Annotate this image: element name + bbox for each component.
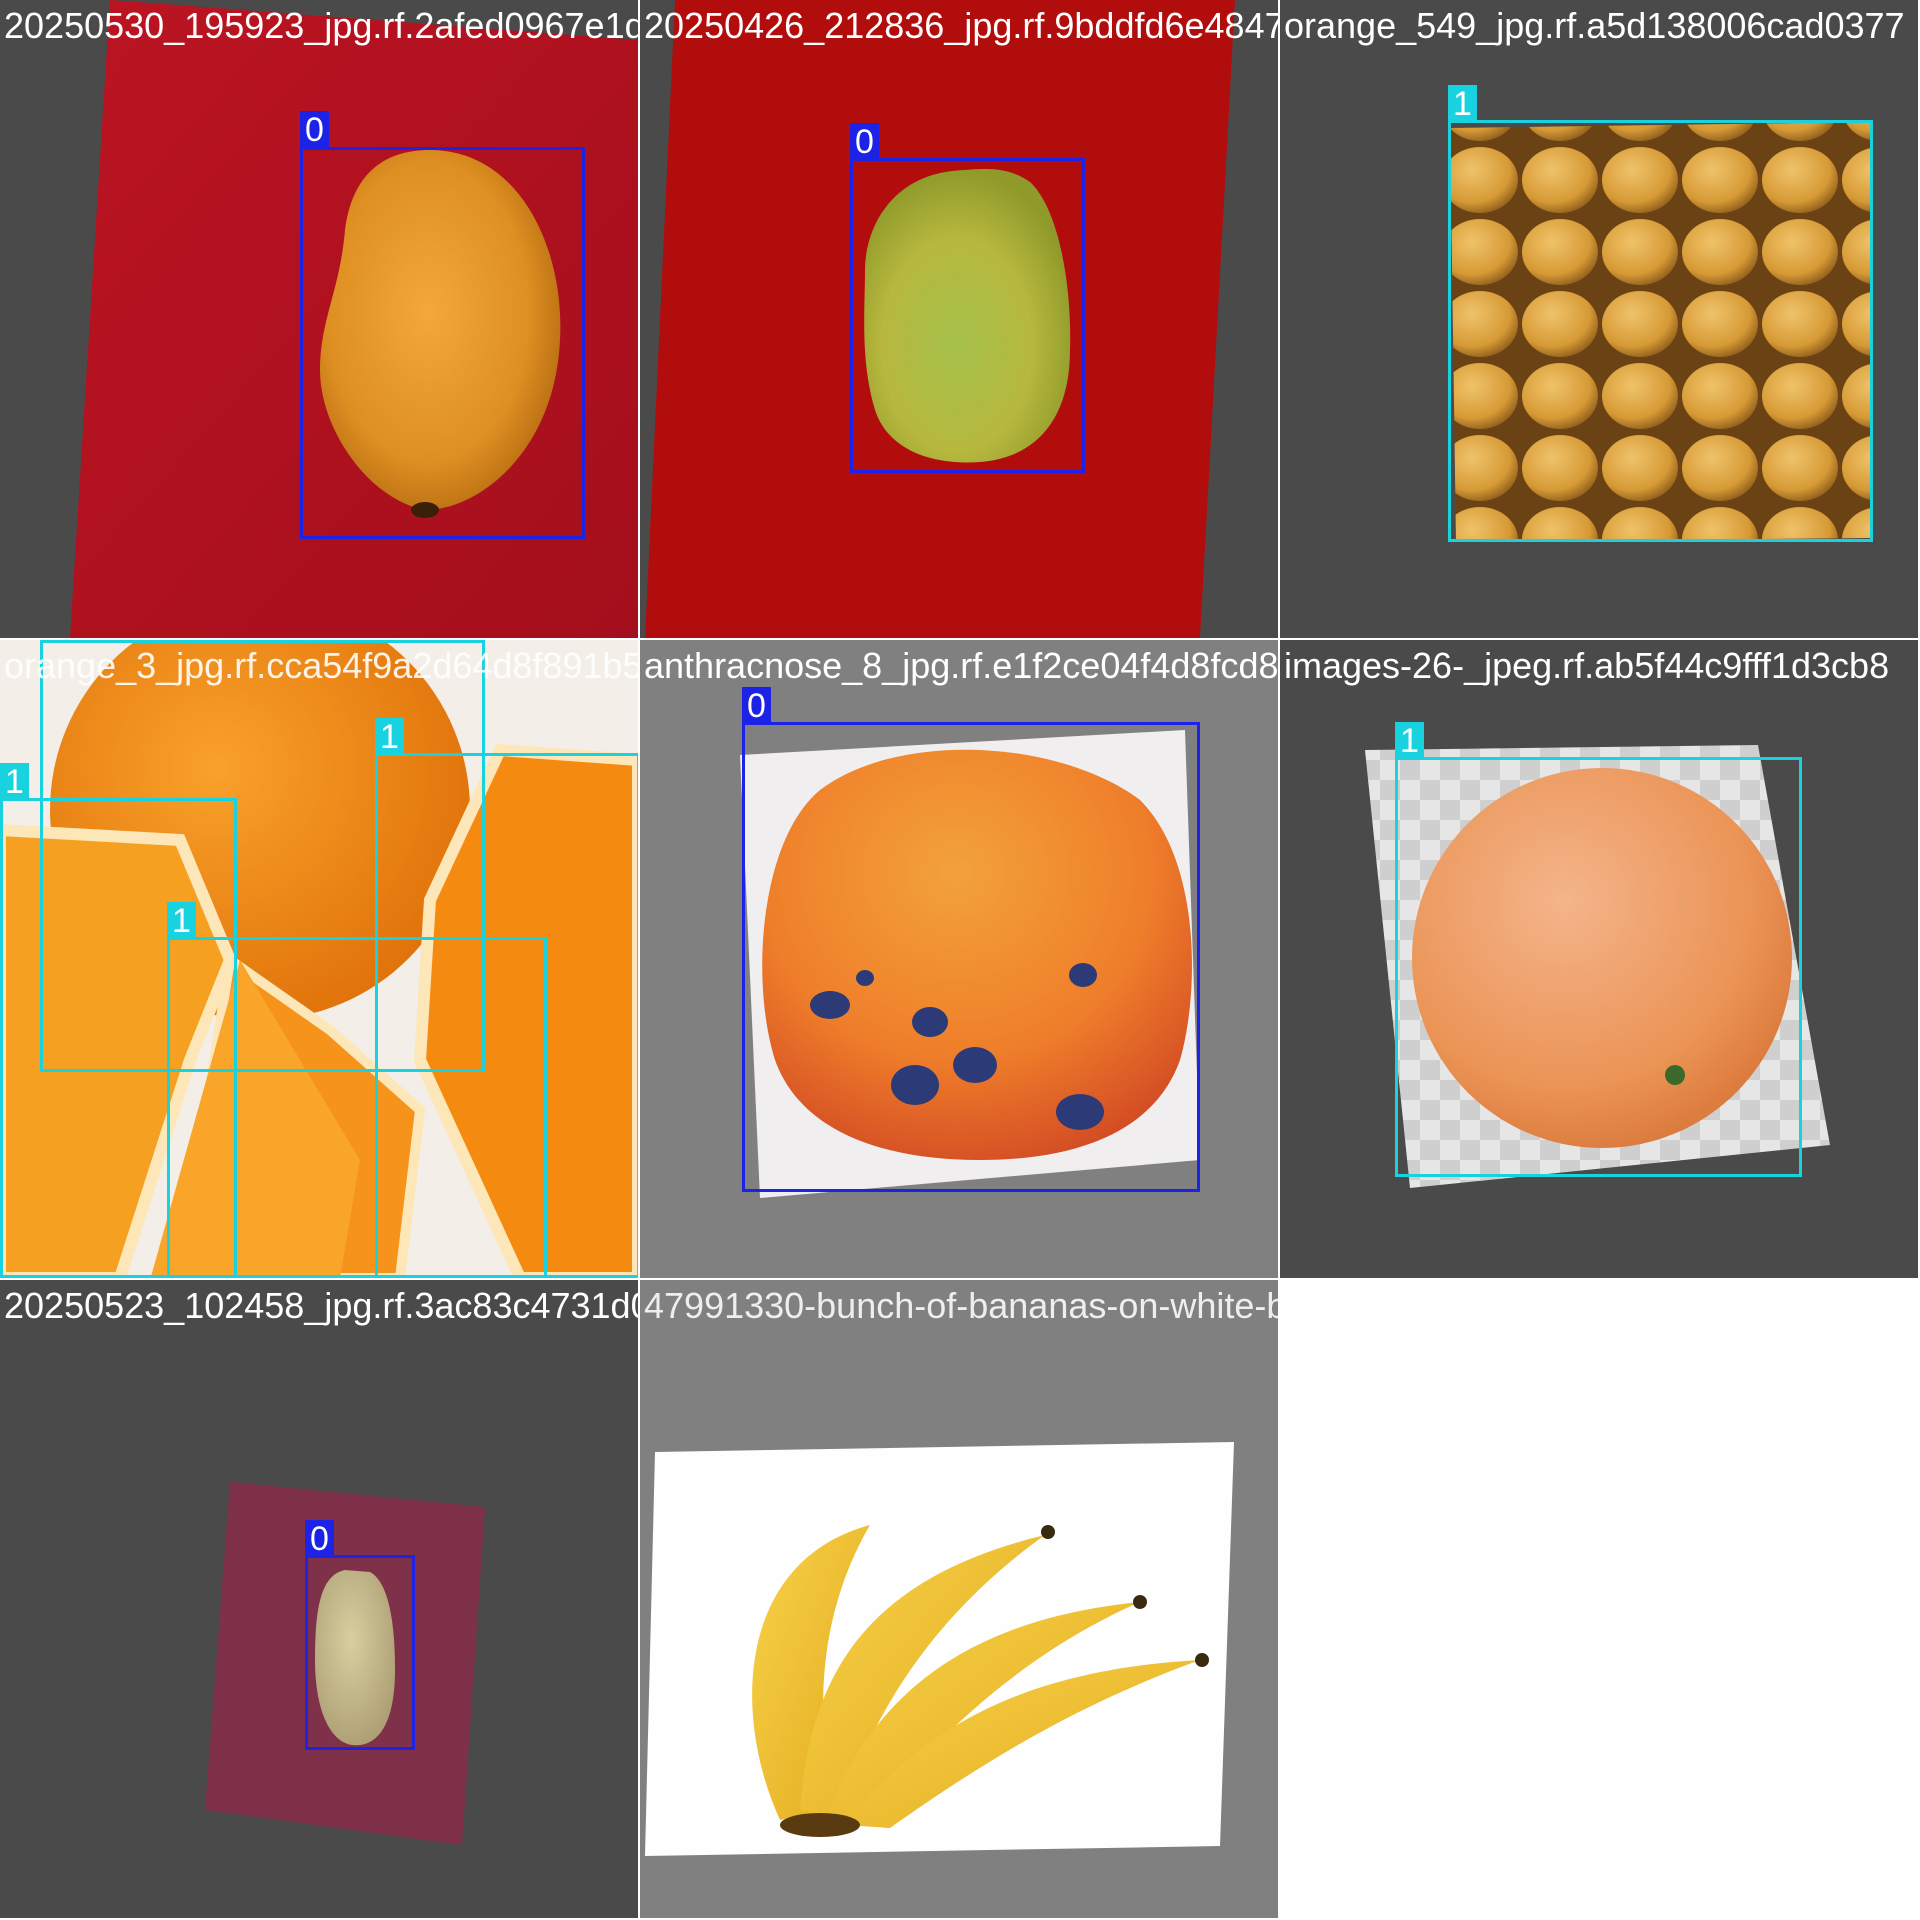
image-filename: images-26-_jpeg.rf.ab5f44c9fff1d3cb8: [1284, 645, 1890, 686]
detection-class-label: 0: [742, 687, 771, 725]
detection-box: [167, 937, 547, 1278]
detection-class-label: 0: [300, 111, 329, 149]
grid-separator: [1278, 0, 1280, 1920]
detection-class-label: 0: [305, 1520, 334, 1558]
image-filename: 20250523_102458_jpg.rf.3ac83c4731d07e181…: [4, 1285, 638, 1326]
image-filename: 20250426_212836_jpg.rf.9bddfd6e48471ac76: [644, 5, 1278, 46]
detection-class-label: 1: [375, 718, 404, 756]
mosaic-tile-3: 1 orange_549_jpg.rf.a5d138006cad0377: [1280, 0, 1918, 638]
detection-class-label: 1: [0, 763, 29, 801]
grid-separator: [0, 638, 1920, 640]
mosaic-tile-1: 0 20250530_195923_jpg.rf.2afed0967e1d2f5…: [0, 0, 638, 638]
image-filename: anthracnose_8_jpg.rf.e1f2ce04f4d8fcd820d: [644, 645, 1278, 686]
grid-separator: [638, 0, 640, 1920]
detection-box: [305, 1555, 415, 1750]
mosaic-tile-5: 0 anthracnose_8_jpg.rf.e1f2ce04f4d8fcd82…: [640, 640, 1278, 1278]
detection-box: [1395, 757, 1802, 1177]
detection-box: [742, 722, 1200, 1192]
image-filename: 20250530_195923_jpg.rf.2afed0967e1d2f5f4: [4, 5, 638, 46]
detection-class-label: 1: [1448, 85, 1477, 123]
detection-box: [1448, 120, 1873, 542]
detection-class-label: 1: [167, 902, 196, 940]
grid-separator: [0, 1278, 1920, 1280]
image-filename: orange_3_jpg.rf.cca54f9a2d64d8f891b5f144: [4, 645, 638, 686]
detection-box: [850, 158, 1085, 473]
detection-box: [300, 147, 585, 539]
mosaic-tile-7: 0 20250523_102458_jpg.rf.3ac83c4731d07e1…: [0, 1280, 638, 1918]
detection-class-label: 1: [1395, 722, 1424, 760]
mosaic-tile-2: 0 20250426_212836_jpg.rf.9bddfd6e48471ac…: [640, 0, 1278, 638]
image-filename: 47991330-bunch-of-bananas-on-white-backg…: [644, 1285, 1278, 1326]
mosaic-empty-cell: [1280, 1280, 1918, 1918]
mosaic-tile-6: 1 images-26-_jpeg.rf.ab5f44c9fff1d3cb8: [1280, 640, 1918, 1278]
detection-class-label: 0: [850, 123, 879, 161]
image-filename: orange_549_jpg.rf.a5d138006cad0377: [1284, 5, 1905, 46]
mosaic-tile-8: 47991330-bunch-of-bananas-on-white-backg…: [640, 1280, 1278, 1918]
mosaic-tile-4: 1 1 1 1 orange_3_jpg.rf.cca54f9a2d64d8f8…: [0, 640, 638, 1278]
banana-image: [640, 1280, 1278, 1918]
